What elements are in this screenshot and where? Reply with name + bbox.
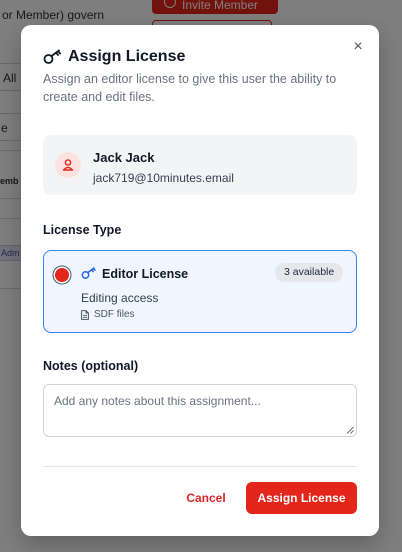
assign-license-button[interactable]: Assign License: [246, 482, 357, 514]
footer-divider: [43, 466, 357, 467]
resize-grip-icon[interactable]: [346, 426, 354, 434]
key-icon: [43, 49, 62, 64]
notes-label: Notes (optional): [43, 359, 139, 373]
license-name: Editor License: [102, 267, 189, 281]
assign-license-dialog: × Assign License Assign an editor licens…: [21, 25, 379, 536]
license-access: Editing access: [81, 291, 159, 305]
user-card: Jack Jack jack719@10minutes.email: [43, 135, 357, 195]
avatar: [55, 152, 81, 178]
dialog-title: Assign License: [68, 48, 186, 65]
notes-textarea[interactable]: [43, 384, 357, 437]
close-icon: ×: [353, 38, 363, 55]
user-icon: [62, 159, 74, 171]
file-icon: [81, 310, 89, 320]
availability-badge: 3 available: [275, 263, 344, 282]
close-button[interactable]: ×: [349, 38, 367, 56]
license-type-label: License Type: [43, 223, 122, 237]
dialog-header: Assign License: [43, 45, 185, 69]
key-icon: [81, 267, 96, 279]
license-option-editor[interactable]: Editor License 3 available Editing acces…: [43, 250, 357, 333]
license-radio[interactable]: [55, 268, 69, 282]
dialog-description: Assign an editor license to give this us…: [43, 72, 337, 104]
cancel-button[interactable]: Cancel: [177, 482, 235, 514]
user-name: Jack Jack: [93, 150, 155, 165]
user-email: jack719@10minutes.email: [93, 171, 234, 185]
license-file-types: SDF files: [94, 309, 135, 320]
